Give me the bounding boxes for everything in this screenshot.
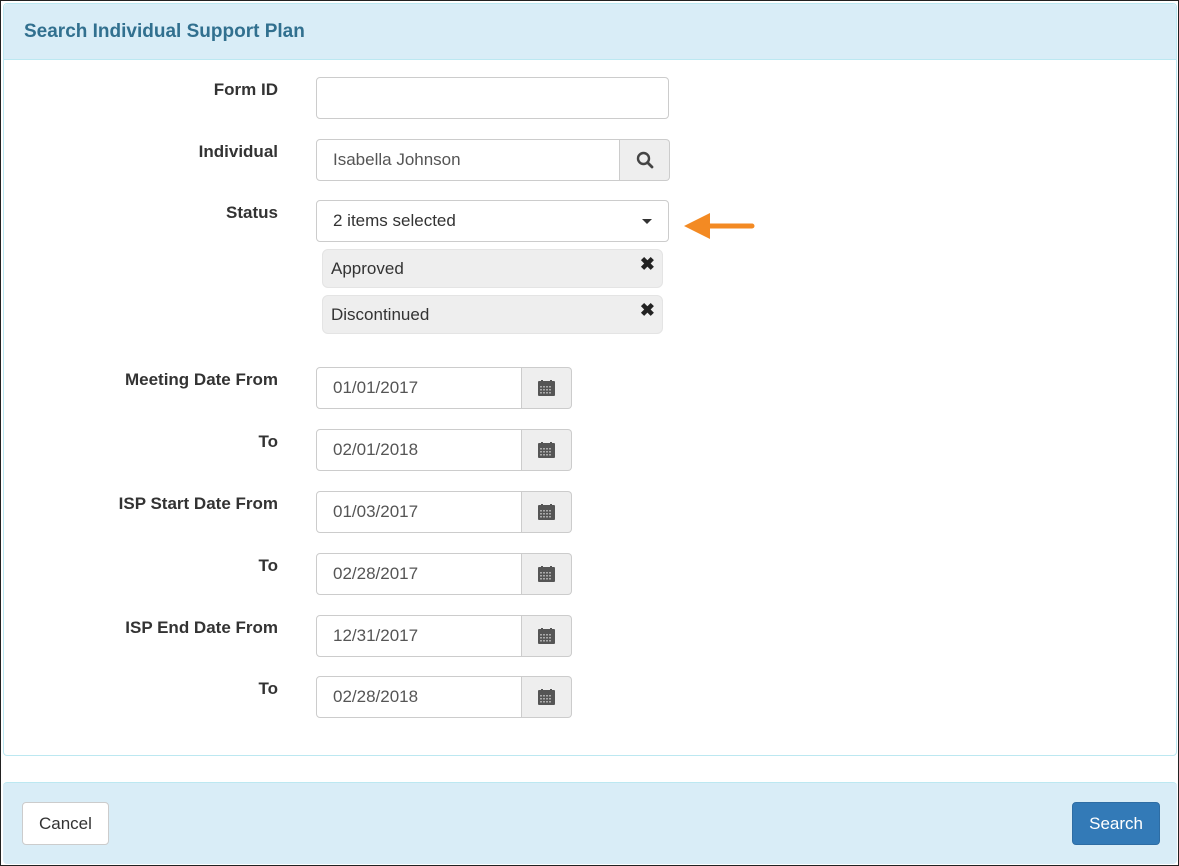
isp-end-date-to-calendar-button[interactable]: [522, 676, 572, 718]
calendar-icon: [538, 689, 555, 705]
isp-start-date-to-label: To: [258, 556, 278, 575]
isp-end-date-from-input[interactable]: 12/31/2017: [316, 615, 522, 657]
status-chip-discontinued: Discontinued ✖: [322, 295, 663, 334]
meeting-date-from-label: Meeting Date From: [124, 370, 278, 389]
individual-input-group: Isabella Johnson: [316, 139, 670, 181]
cancel-button[interactable]: Cancel: [22, 802, 109, 845]
meeting-date-to-label: To: [258, 432, 278, 451]
remove-chip-icon[interactable]: ✖: [640, 300, 655, 321]
meeting-date-from-group: 01/01/2017: [316, 367, 572, 409]
isp-start-date-from-group: 01/03/2017: [316, 491, 572, 533]
status-multiselect[interactable]: 2 items selected: [316, 200, 669, 242]
search-button[interactable]: Search: [1072, 802, 1160, 845]
remove-chip-icon[interactable]: ✖: [640, 254, 655, 275]
isp-start-date-to-group: 02/28/2017: [316, 553, 572, 595]
status-chip-approved: Approved ✖: [322, 249, 663, 288]
isp-end-date-to-input[interactable]: 02/28/2018: [316, 676, 522, 718]
caret-down-icon: [642, 219, 652, 224]
meeting-date-from-calendar-button[interactable]: [522, 367, 572, 409]
meeting-date-to-calendar-button[interactable]: [522, 429, 572, 471]
isp-end-date-from-label: ISP End Date From: [125, 618, 278, 637]
calendar-icon: [538, 566, 555, 582]
meeting-date-from-input[interactable]: 01/01/2017: [316, 367, 522, 409]
isp-start-date-to-input[interactable]: 02/28/2017: [316, 553, 522, 595]
isp-start-date-from-calendar-button[interactable]: [522, 491, 572, 533]
individual-input[interactable]: Isabella Johnson: [316, 139, 620, 181]
isp-end-date-to-label: To: [258, 679, 278, 698]
form-id-input[interactable]: [316, 77, 669, 119]
annotation-arrow-icon: [684, 213, 755, 239]
calendar-icon: [538, 380, 555, 396]
panel-footer: Cancel Search: [3, 782, 1177, 864]
panel-heading: Search Individual Support Plan: [4, 4, 1176, 60]
isp-end-date-from-calendar-button[interactable]: [522, 615, 572, 657]
isp-start-date-from-label: ISP Start Date From: [118, 494, 278, 513]
status-label: Status: [226, 203, 278, 222]
calendar-icon: [538, 442, 555, 458]
chip-label: Discontinued: [331, 305, 430, 324]
search-icon: [636, 151, 653, 169]
isp-start-date-from-input[interactable]: 01/03/2017: [316, 491, 522, 533]
search-panel: Search Individual Support Plan Form ID I…: [3, 3, 1177, 756]
chip-label: Approved: [331, 259, 404, 278]
form-id-label: Form ID: [213, 80, 278, 99]
status-summary: 2 items selected: [333, 211, 456, 230]
meeting-date-to-input[interactable]: 02/01/2018: [316, 429, 522, 471]
isp-end-date-to-group: 02/28/2018: [316, 676, 572, 718]
calendar-icon: [538, 504, 555, 520]
calendar-icon: [538, 628, 555, 644]
meeting-date-to-group: 02/01/2018: [316, 429, 572, 471]
individual-search-button[interactable]: [620, 139, 670, 181]
individual-label: Individual: [198, 142, 278, 161]
isp-start-date-to-calendar-button[interactable]: [522, 553, 572, 595]
isp-end-date-from-group: 12/31/2017: [316, 615, 572, 657]
panel-title: Search Individual Support Plan: [24, 21, 305, 42]
